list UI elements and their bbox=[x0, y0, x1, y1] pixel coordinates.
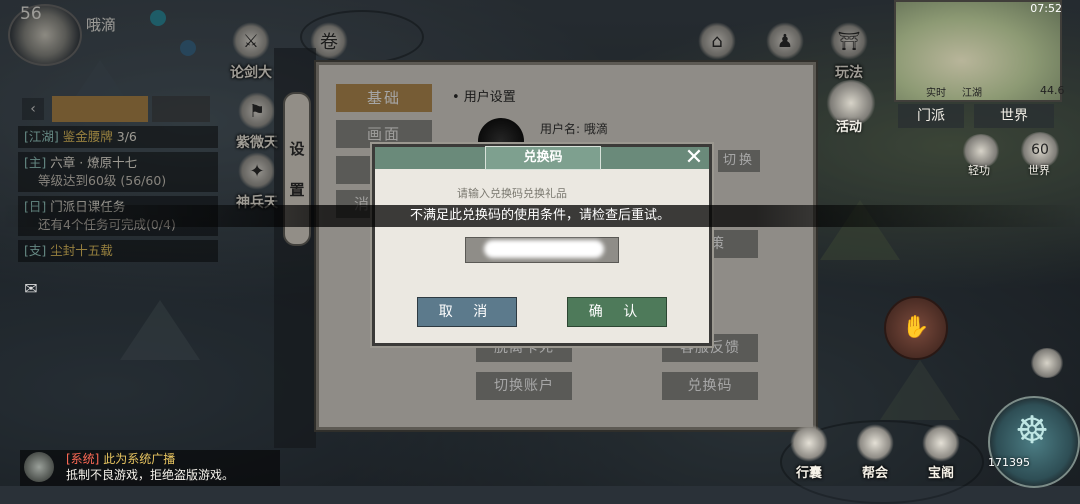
confirm-button[interactable]: 确 认 bbox=[567, 297, 667, 327]
chat-text: 此为系统广播 bbox=[103, 452, 176, 466]
nav-label: 行囊 bbox=[795, 466, 822, 481]
minimap-area: 江湖 bbox=[962, 88, 982, 99]
minimap-location: 实时 bbox=[926, 88, 946, 99]
treasure-icon bbox=[922, 424, 960, 462]
activity-label: 活动 bbox=[836, 120, 863, 135]
redacted-code bbox=[484, 240, 604, 258]
cancel-button[interactable]: 取 消 bbox=[417, 297, 517, 327]
chat-system-tag: [系统] bbox=[66, 452, 100, 466]
dialog-hint: 请输入兑换码兑换礼品 bbox=[457, 187, 567, 200]
dialog-title: 兑换码 bbox=[485, 146, 601, 170]
redeem-dialog: 兑换码 ✕ 请输入兑换码兑换礼品 取 消 确 认 bbox=[372, 144, 712, 346]
chat-line: 抵制不良游戏，拒绝盗版游戏。 bbox=[66, 468, 235, 482]
world-level-label: 世界 bbox=[1028, 164, 1050, 177]
world-button[interactable]: 世界 bbox=[974, 104, 1054, 128]
chat-line: [系统] 此为系统广播 bbox=[66, 450, 175, 467]
meditate-button[interactable]: ☸ bbox=[988, 396, 1080, 488]
close-icon[interactable]: ✕ bbox=[683, 147, 705, 169]
nav-bag[interactable]: 行囊 bbox=[784, 424, 834, 481]
nav-label: 宝阁 bbox=[927, 466, 954, 481]
nav-guild[interactable]: 帮会 bbox=[850, 424, 900, 481]
sect-label: 门派 bbox=[917, 108, 945, 124]
skill-shortcut-icon[interactable] bbox=[1030, 348, 1064, 378]
minimap-coords: 44.6 bbox=[1040, 84, 1065, 97]
bag-icon bbox=[790, 424, 828, 462]
error-toast: 不满足此兑换码的使用条件，请检查后重试。 bbox=[0, 205, 1080, 227]
light-skill-label: 轻功 bbox=[968, 164, 990, 177]
chat-bubble-icon[interactable]: ✉ bbox=[18, 276, 44, 302]
flag-icon bbox=[856, 424, 894, 462]
redeem-code-input[interactable] bbox=[465, 237, 619, 263]
interact-hand-icon[interactable]: ✋ bbox=[884, 296, 948, 360]
nav-label: 帮会 bbox=[861, 466, 888, 481]
nav-treasure[interactable]: 宝阁 bbox=[916, 424, 966, 481]
world-label: 世界 bbox=[1000, 108, 1028, 124]
chat-avatar[interactable] bbox=[24, 452, 54, 482]
sect-button[interactable]: 门派 bbox=[898, 104, 964, 128]
currency-amount: 171395 bbox=[988, 456, 1030, 469]
status-time: 07:52 bbox=[1030, 2, 1062, 15]
